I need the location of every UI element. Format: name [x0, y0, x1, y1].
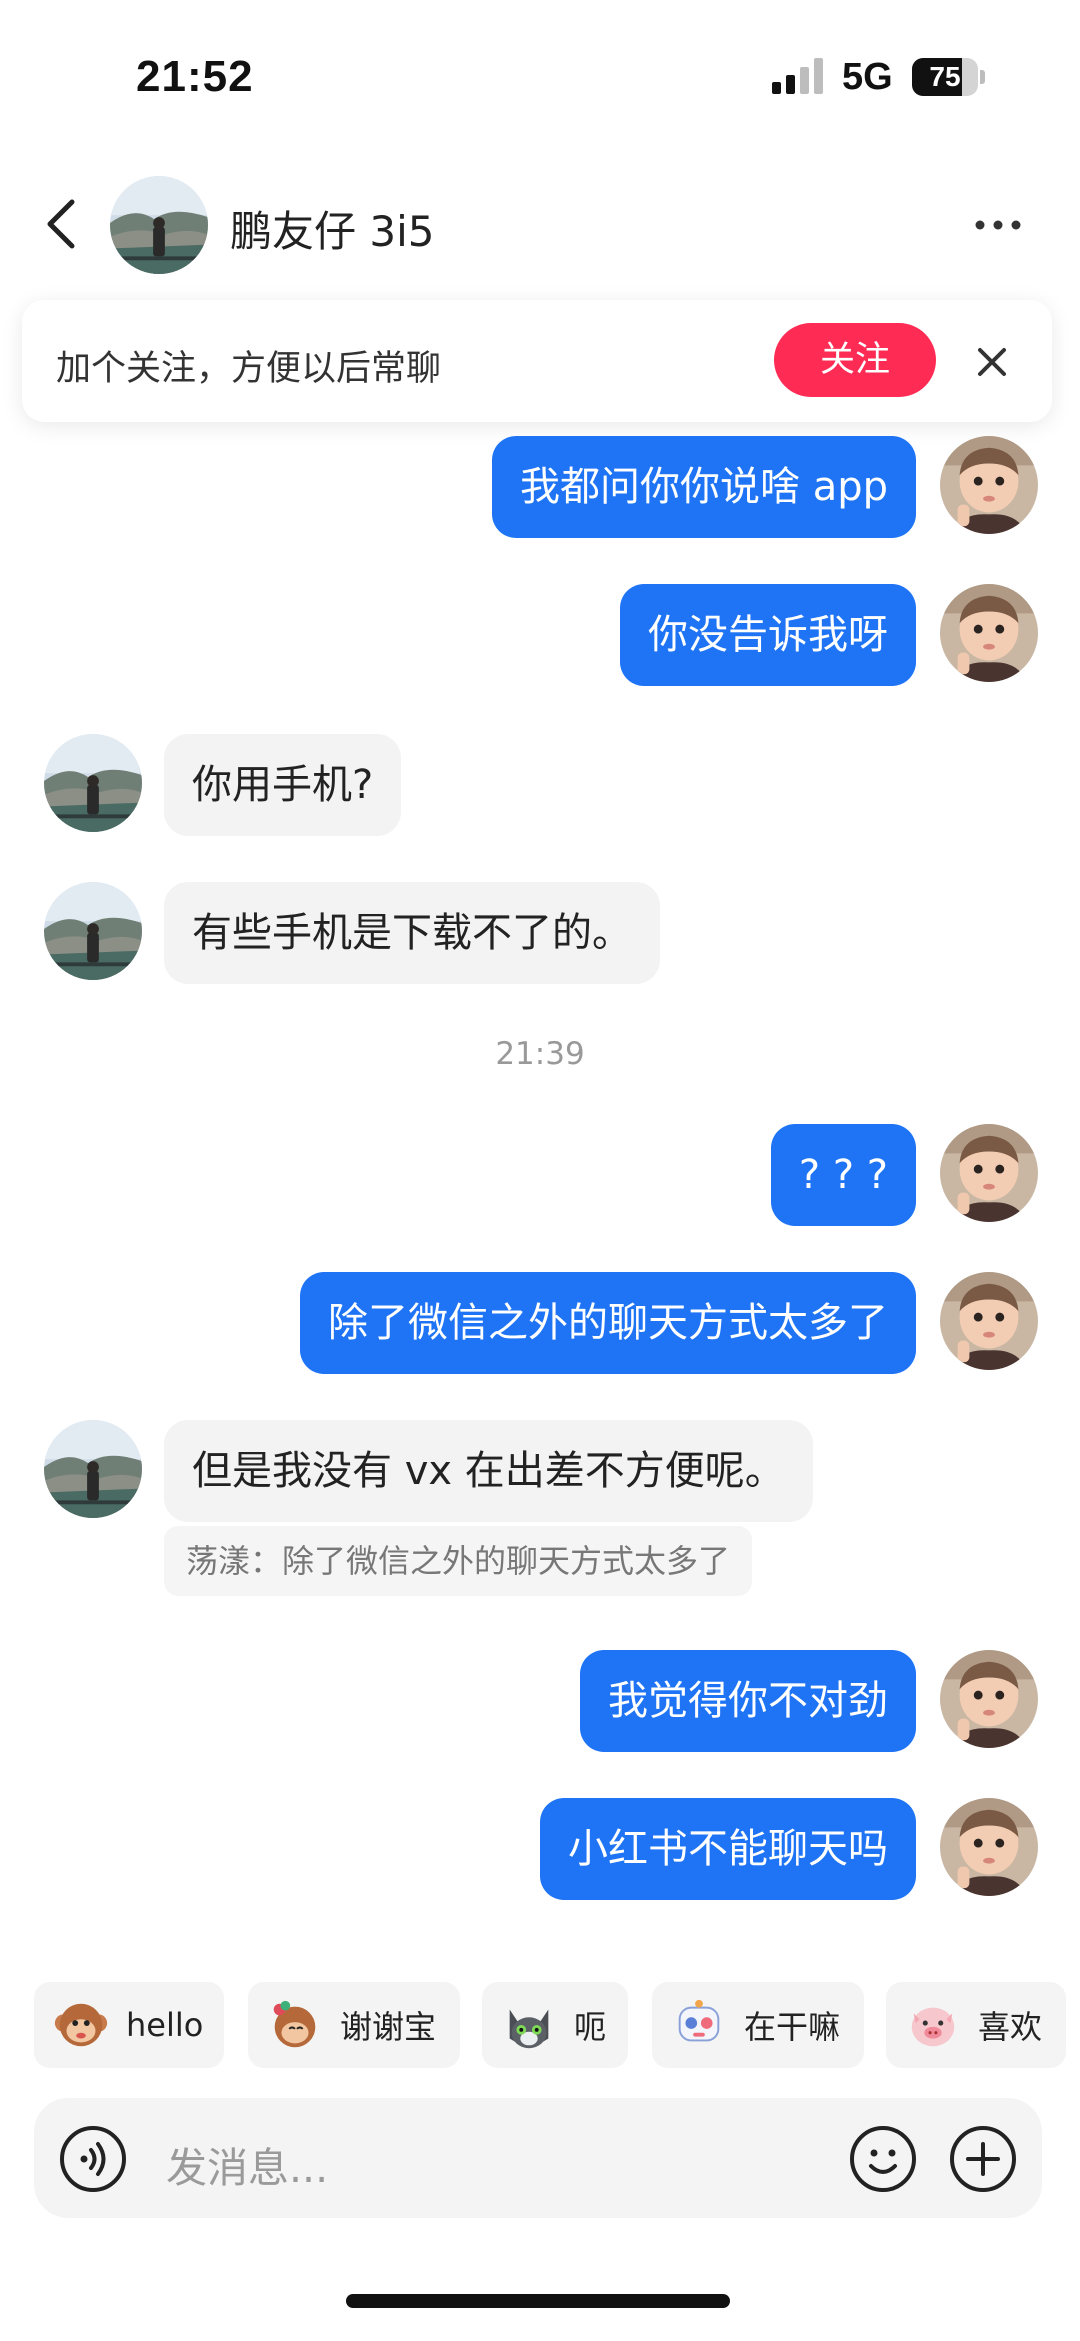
quick-reply-label: 呃 — [574, 2008, 607, 2046]
quick-reply-uh[interactable]: 呃 — [482, 1982, 628, 2068]
message-bubble-sent[interactable]: 小红书不能聊天吗 — [540, 1798, 916, 1900]
pig-emoji-icon — [904, 1996, 962, 2054]
emoji-icon[interactable] — [848, 2124, 918, 2194]
my-avatar[interactable] — [940, 436, 1038, 534]
message-bubble-received[interactable]: 你用手机? — [164, 734, 402, 836]
robot-emoji-icon — [670, 1996, 728, 2054]
message-bubble-sent[interactable]: 我觉得你不对劲 — [580, 1650, 916, 1752]
message-input[interactable]: 发消息... — [166, 2134, 328, 2194]
message-bubble-received[interactable]: 有些手机是下载不了的。 — [164, 882, 660, 984]
back-arrow-icon[interactable] — [40, 196, 84, 252]
my-avatar[interactable] — [940, 1272, 1038, 1370]
battery-level: 75 — [929, 61, 961, 92]
quoted-reply[interactable]: 荡漾：除了微信之外的聊天方式太多了 — [164, 1526, 753, 1596]
quick-reply-label: hello — [126, 2006, 204, 2044]
network-type: 5G — [842, 56, 893, 98]
contact-avatar[interactable] — [44, 1420, 142, 1518]
follow-banner-text: 加个关注，方便以后常聊 — [56, 349, 442, 389]
message-bubble-sent[interactable]: 除了微信之外的聊天方式太多了 — [300, 1272, 916, 1374]
plus-icon[interactable] — [948, 2124, 1018, 2194]
cellular-signal-icon — [772, 58, 823, 94]
my-avatar[interactable] — [940, 1650, 1038, 1748]
my-avatar[interactable] — [940, 1124, 1038, 1222]
my-avatar[interactable] — [940, 1798, 1038, 1896]
monkey-emoji-icon — [52, 1996, 110, 2054]
voice-input-icon[interactable] — [58, 2124, 128, 2194]
monkey-bow-emoji-icon — [266, 1996, 324, 2054]
quick-reply-label: 谢谢宝 — [340, 2008, 437, 2046]
contact-avatar[interactable] — [44, 734, 142, 832]
message-bubble-sent[interactable]: 你没告诉我呀 — [620, 584, 916, 686]
contact-avatar[interactable] — [110, 176, 208, 274]
contact-avatar[interactable] — [44, 882, 142, 980]
message-bubble-sent[interactable]: 我都问你你说啥 app — [491, 436, 916, 538]
status-time: 21:52 — [136, 52, 254, 101]
more-options-icon[interactable] — [972, 210, 1024, 240]
contact-name[interactable]: 鹏友仔 3i5 — [230, 198, 434, 259]
message-bubble-sent[interactable]: ? ? ? — [770, 1124, 916, 1226]
quick-reply-label: 喜欢 — [978, 2008, 1043, 2046]
close-icon[interactable] — [972, 342, 1012, 382]
battery-icon: 75 — [912, 58, 985, 96]
my-avatar[interactable] — [940, 584, 1038, 682]
quick-reply-hello[interactable]: hello — [34, 1982, 224, 2068]
message-timestamp: 21:39 — [495, 1036, 585, 1072]
message-bubble-received[interactable]: 但是我没有 vx 在出差不方便呢。 — [164, 1420, 813, 1522]
quick-reply-label: 在干嘛 — [744, 2008, 841, 2046]
follow-button[interactable]: 关注 — [774, 323, 936, 397]
quick-reply-thanks[interactable]: 谢谢宝 — [248, 1982, 460, 2068]
home-indicator[interactable] — [346, 2294, 730, 2308]
quick-reply-what-doing[interactable]: 在干嘛 — [652, 1982, 864, 2068]
quick-reply-like[interactable]: 喜欢 — [886, 1982, 1066, 2068]
cat-emoji-icon — [500, 1996, 558, 2054]
